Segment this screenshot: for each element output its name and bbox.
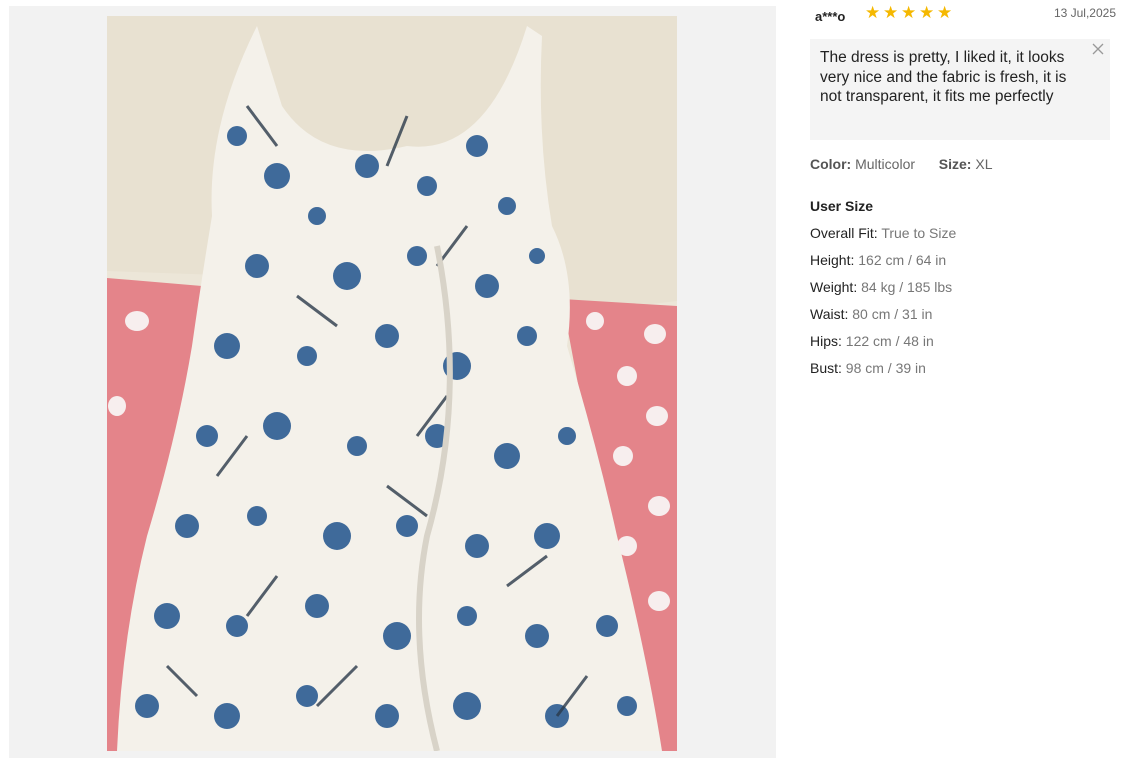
size-row-height: Height: 162 cm / 64 in (810, 252, 946, 268)
close-icon[interactable] (1090, 41, 1106, 57)
star-icon: ★ (919, 3, 935, 22)
size-value: XL (975, 156, 993, 172)
rating-stars: ★ ★ ★ ★ ★ (865, 3, 953, 22)
star-icon: ★ (883, 3, 899, 22)
size-row-value: True to Size (881, 225, 957, 241)
color-value: Multicolor (855, 156, 916, 172)
size-row-value: 80 cm / 31 in (852, 306, 933, 322)
purchase-attributes: Color: Multicolor Size: XL (810, 156, 993, 172)
color-label: Color: (810, 156, 852, 172)
size-row-waist: Waist: 80 cm / 31 in (810, 306, 932, 322)
star-icon: ★ (865, 3, 881, 22)
dress-photo-illustration (107, 16, 677, 751)
star-icon: ★ (901, 3, 917, 22)
size-row-label: Hips: (810, 333, 842, 349)
size-row-label: Weight: (810, 279, 858, 295)
review-photo-panel (9, 6, 776, 758)
size-row-value: 84 kg / 185 lbs (861, 279, 953, 295)
review-detail-panel: a***o ★ ★ ★ ★ ★ 13 Jul,2025 The dress is… (810, 0, 1120, 759)
reviewer-name: a***o (815, 9, 846, 24)
size-row-label: Waist: (810, 306, 849, 322)
size-row-bust: Bust: 98 cm / 39 in (810, 360, 926, 376)
size-row-hips: Hips: 122 cm / 48 in (810, 333, 934, 349)
size-row-value: 162 cm / 64 in (858, 252, 947, 268)
size-row-weight: Weight: 84 kg / 185 lbs (810, 279, 952, 295)
review-date: 13 Jul,2025 (1053, 6, 1116, 20)
size-row-value: 122 cm / 48 in (845, 333, 934, 349)
review-comment-box: The dress is pretty, I liked it, it look… (810, 39, 1110, 140)
review-photo[interactable] (107, 16, 677, 751)
user-size-title: User Size (810, 198, 874, 214)
size-row-overall-fit: Overall Fit: True to Size (810, 225, 956, 241)
size-label: Size: (938, 156, 972, 172)
size-row-label: Bust: (810, 360, 842, 376)
size-row-value: 98 cm / 39 in (845, 360, 926, 376)
star-icon: ★ (937, 3, 953, 22)
review-comment-text: The dress is pretty, I liked it, it look… (820, 49, 1067, 105)
size-row-label: Overall Fit: (810, 225, 878, 241)
size-row-label: Height: (810, 252, 855, 268)
